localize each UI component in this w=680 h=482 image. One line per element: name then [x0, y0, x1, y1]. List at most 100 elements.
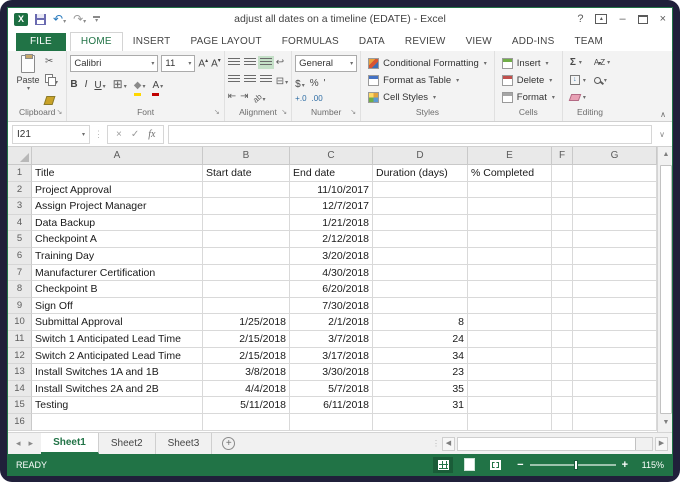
cell-f11[interactable] [552, 330, 573, 348]
expand-formula-bar-button[interactable]: ∨ [656, 130, 668, 139]
ribbon-tab-team[interactable]: TEAM [564, 33, 613, 51]
row-header-14[interactable]: 14 [8, 380, 32, 398]
cell-d7[interactable] [373, 264, 468, 282]
help-button[interactable]: ? [577, 13, 583, 25]
prev-sheet-icon[interactable]: ◂ [8, 433, 29, 454]
save-icon[interactable] [35, 13, 46, 25]
cell-c16[interactable] [290, 413, 373, 431]
row-header-5[interactable]: 5 [8, 231, 32, 248]
ribbon-tab-page-layout[interactable]: PAGE LAYOUT [180, 33, 271, 51]
row-header-4[interactable]: 4 [8, 214, 32, 232]
cell-d4[interactable] [373, 214, 468, 232]
cell-a2[interactable]: Project Approval [32, 181, 203, 199]
cell-d1[interactable]: Duration (days) [373, 165, 468, 182]
paste-button[interactable]: Paste ▾ [11, 53, 45, 92]
zoom-slider[interactable] [529, 459, 616, 470]
zoom-level[interactable]: 115% [634, 460, 664, 470]
cell-f6[interactable] [552, 247, 573, 265]
cell-g8[interactable] [573, 281, 657, 298]
horizontal-scrollbar[interactable]: ⋮ ◀ ▶ [432, 433, 672, 454]
zoom-in-button[interactable]: + [622, 459, 628, 471]
cell-c9[interactable]: 7/30/2018 [290, 297, 373, 315]
cell-b3[interactable] [203, 198, 290, 215]
row-header-9[interactable]: 9 [8, 297, 32, 315]
cell-a5[interactable]: Checkpoint A [32, 231, 203, 248]
cell-a6[interactable]: Training Day [32, 247, 203, 265]
cell-b7[interactable] [203, 264, 290, 282]
cell-c4[interactable]: 1/21/2018 [290, 214, 373, 232]
center-button[interactable] [243, 75, 256, 84]
cell-d11[interactable]: 24 [373, 330, 468, 348]
align-left-button[interactable] [227, 75, 240, 84]
cut-button[interactable]: ✂ [45, 56, 58, 68]
cell-d2[interactable] [373, 181, 468, 199]
excel-logo-icon[interactable]: X [14, 12, 28, 26]
cell-d14[interactable]: 35 [373, 380, 468, 398]
cell-c2[interactable]: 11/10/2017 [290, 181, 373, 199]
cell-styles-button[interactable]: Cell Styles ▾ [368, 89, 436, 106]
cell-b5[interactable] [203, 231, 290, 248]
cell-a1[interactable]: Title [32, 165, 203, 182]
middle-align-button[interactable] [243, 58, 256, 67]
new-sheet-button[interactable]: + [212, 433, 245, 454]
bottom-align-button[interactable] [257, 56, 274, 69]
cell-c3[interactable]: 12/7/2017 [290, 198, 373, 215]
cell-b14[interactable]: 4/4/2018 [203, 380, 290, 398]
collapse-ribbon-button[interactable]: ∧ [660, 110, 666, 119]
column-header-d[interactable]: D [373, 147, 468, 165]
sheet-tab-sheet3[interactable]: Sheet3 [155, 433, 213, 454]
cell-g14[interactable] [573, 380, 657, 398]
formula-input[interactable] [168, 124, 653, 144]
next-sheet-icon[interactable]: ▸ [29, 433, 42, 454]
percent-button[interactable]: % [310, 78, 319, 89]
decrease-decimal-button[interactable]: .00 [312, 94, 323, 103]
cell-f7[interactable] [552, 264, 573, 282]
row-header-7[interactable]: 7 [8, 264, 32, 282]
cell-a14[interactable]: Install Switches 2A and 2B [32, 380, 203, 398]
insert-cells-button[interactable]: Insert ▾ [501, 55, 549, 72]
cell-e3[interactable] [468, 198, 552, 215]
merge-center-button[interactable]: ⊟▾ [276, 71, 288, 89]
row-header-16[interactable]: 16 [8, 413, 32, 431]
conditional-formatting-button[interactable]: Conditional Formatting ▾ [368, 55, 487, 72]
borders-button[interactable]: ⊞▾ [113, 75, 127, 93]
cell-e2[interactable] [468, 181, 552, 199]
cell-e9[interactable] [468, 297, 552, 315]
increase-decimal-button[interactable]: +.0 [295, 94, 306, 103]
cell-e8[interactable] [468, 281, 552, 298]
scroll-right-icon[interactable]: ▶ [655, 436, 668, 451]
number-format-select[interactable]: General ▾ [295, 55, 358, 72]
cell-g12[interactable] [573, 347, 657, 365]
cell-e6[interactable] [468, 247, 552, 265]
cell-c10[interactable]: 2/1/2018 [290, 314, 373, 331]
cell-f5[interactable] [552, 231, 573, 248]
cell-c8[interactable]: 6/20/2018 [290, 281, 373, 298]
cell-f3[interactable] [552, 198, 573, 215]
cell-e14[interactable] [468, 380, 552, 398]
cell-g11[interactable] [573, 330, 657, 348]
cell-a13[interactable]: Install Switches 1A and 1B [32, 364, 203, 381]
font-size-select[interactable]: 11 ▾ [161, 55, 196, 72]
cell-f14[interactable] [552, 380, 573, 398]
cell-c15[interactable]: 6/11/2018 [290, 397, 373, 414]
cell-a12[interactable]: Switch 2 Anticipated Lead Time [32, 347, 203, 365]
ribbon-tab-review[interactable]: REVIEW [395, 33, 456, 51]
cell-f1[interactable] [552, 165, 573, 182]
scroll-up-icon[interactable]: ▲ [658, 147, 672, 164]
dialog-launcher-icon[interactable]: ↘ [281, 108, 287, 116]
page-break-preview-button[interactable] [485, 457, 505, 473]
cell-a8[interactable]: Checkpoint B [32, 281, 203, 298]
row-header-1[interactable]: 1 [8, 165, 32, 182]
fill-button[interactable]: ↓ ▾ [569, 73, 586, 88]
cell-b11[interactable]: 2/15/2018 [203, 330, 290, 348]
row-header-8[interactable]: 8 [8, 281, 32, 298]
insert-function-button[interactable]: fx [148, 129, 155, 140]
cell-d10[interactable]: 8 [373, 314, 468, 331]
cell-e4[interactable] [468, 214, 552, 232]
cell-e11[interactable] [468, 330, 552, 348]
clear-button[interactable]: ▾ [568, 90, 586, 105]
cell-b1[interactable]: Start date [203, 165, 290, 182]
cell-b13[interactable]: 3/8/2018 [203, 364, 290, 381]
enter-button[interactable]: ✓ [131, 129, 139, 140]
copy-button[interactable]: ▾ [45, 71, 58, 89]
